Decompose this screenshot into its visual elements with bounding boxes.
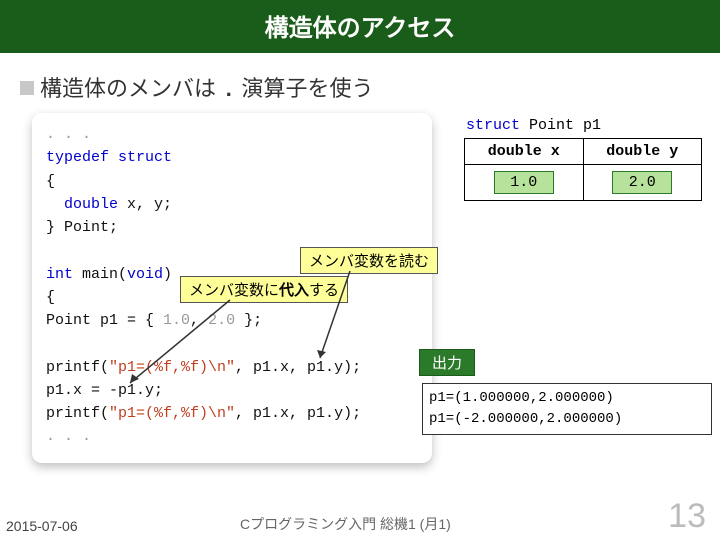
code-line: . . . [46,123,418,146]
slide-title-text: 構造体のアクセス [265,15,456,42]
struct-caption: struct Point p1 [464,117,702,134]
content-area: . . . typedef struct { double x, y; } Po… [0,113,720,463]
code-line: printf("p1=(%f,%f)\n", p1.x, p1.y); [46,402,418,425]
code-line: double x, y; [46,193,418,216]
page-number: 13 [668,497,706,536]
slide-title: 構造体のアクセス [0,0,720,53]
struct-val-x: 1.0 [465,165,584,201]
subtitle-prefix: 構造体のメンバは [40,76,222,101]
output-box: p1=(1.000000,2.000000) p1=(-2.000000,2.0… [422,383,712,435]
struct-col-y: double y [583,139,702,165]
code-blank [46,332,418,355]
table-row: double x double y [465,139,702,165]
footer-course: Cプログラミング入門 総機1 (月1) [240,514,451,534]
struct-diagram: struct Point p1 double x double y 1.0 2.… [464,117,702,201]
bullet-icon [20,81,34,95]
code-line: Point p1 = { 1.0, 2.0 }; [46,309,418,332]
code-line: p1.x = -p1.y; [46,379,418,402]
annot-read: メンバ変数を読む [300,247,438,274]
output-label: 出力 [419,349,475,376]
code-line: . . . [46,425,418,448]
annot-assign: メンバ変数に代入する [180,276,348,303]
code-line: { [46,170,418,193]
footer-date: 2015-07-06 [6,518,78,534]
slide-subtitle: 構造体のメンバは . 演算子を使う [0,53,720,113]
code-line: typedef struct [46,146,418,169]
output-line: p1=(-2.000000,2.000000) [429,409,705,430]
struct-table: double x double y 1.0 2.0 [464,138,702,201]
code-line: } Point; [46,216,418,239]
output-line: p1=(1.000000,2.000000) [429,388,705,409]
table-row: 1.0 2.0 [465,165,702,201]
subtitle-suffix: 演算子を使う [235,76,373,101]
dot-operator: . [222,78,235,103]
code-line: printf("p1=(%f,%f)\n", p1.x, p1.y); [46,356,418,379]
struct-col-x: double x [465,139,584,165]
struct-val-y: 2.0 [583,165,702,201]
